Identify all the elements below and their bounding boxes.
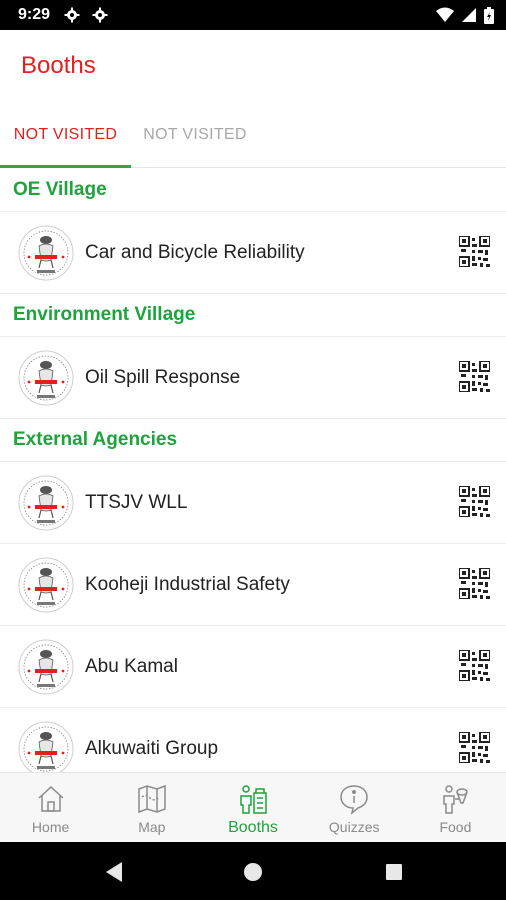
booth-row[interactable]: Kooheji Industrial Safety [0,544,506,626]
app-bar: Booths [0,30,506,102]
qr-code-icon[interactable] [459,361,490,392]
nav-quizzes[interactable]: Quizzes [304,773,405,842]
booth-row[interactable]: Alkuwaiti Group [0,708,506,772]
booths-icon [240,785,267,814]
booth-logo-icon [18,721,74,772]
nav-label: Map [138,819,166,835]
qr-code-icon[interactable] [459,568,490,599]
tab-visited[interactable]: NOT VISITED [131,102,259,168]
bottom-navigation: Home Map Booths Quizzes Food [0,772,506,842]
nav-label: Quizzes [328,819,380,835]
qr-code-icon[interactable] [459,486,490,517]
status-time: 9:29 [18,6,51,23]
map-icon [138,784,166,814]
nav-map[interactable]: Map [101,773,202,842]
booth-name: TTSJV WLL [85,491,188,513]
booth-row[interactable]: Abu Kamal [0,626,506,708]
booth-logo-icon [18,639,74,694]
nav-home[interactable]: Home [0,773,101,842]
page-title: Booths [21,52,96,79]
qr-code-icon[interactable] [459,650,490,681]
status-bar: 9:29 [0,0,506,30]
section-header-oe-village: OE Village [0,169,506,212]
wifi-icon [436,7,454,22]
booth-logo-icon [18,557,74,612]
booth-name: Abu Kamal [85,655,178,677]
home-button-icon[interactable] [243,861,263,883]
section-header-environment-village: Environment Village [0,294,506,337]
booth-name: Car and Bicycle Reliability [85,241,305,263]
active-tab-indicator [0,165,131,168]
tab-bar: NOT VISITED NOT VISITED [0,102,506,168]
qr-code-icon[interactable] [459,236,490,267]
system-navigation-bar [0,842,506,900]
booth-name: Alkuwaiti Group [85,737,219,759]
nav-label: Home [31,819,70,835]
recents-icon[interactable] [384,861,404,883]
booth-row[interactable]: Oil Spill Response [0,337,506,419]
qr-code-icon[interactable] [459,732,490,763]
booth-logo-icon [18,350,74,405]
signal-icon [462,8,476,22]
booth-row[interactable]: TTSJV WLL [0,462,506,544]
nav-label: Food [439,819,472,835]
food-icon [443,785,469,814]
booth-name: Oil Spill Response [85,366,241,388]
booth-list[interactable]: OE Village Car and Bicycle Reliability E… [0,169,506,772]
tab-not-visited[interactable]: NOT VISITED [0,102,131,168]
battery-icon [484,6,494,24]
section-header-external-agencies: External Agencies [0,419,506,462]
booth-logo-icon [18,475,74,530]
home-icon [38,785,64,812]
booth-logo-icon [18,225,74,280]
back-icon[interactable] [104,861,124,883]
settings-gear-icon [92,7,108,23]
nav-food[interactable]: Food [405,773,506,842]
booth-row[interactable]: Car and Bicycle Reliability [0,212,506,294]
nav-label: Booths [228,819,278,836]
settings-gear-icon [64,7,80,23]
booth-name: Kooheji Industrial Safety [85,573,290,595]
nav-booths[interactable]: Booths [202,773,303,842]
quizzes-icon [340,785,368,815]
